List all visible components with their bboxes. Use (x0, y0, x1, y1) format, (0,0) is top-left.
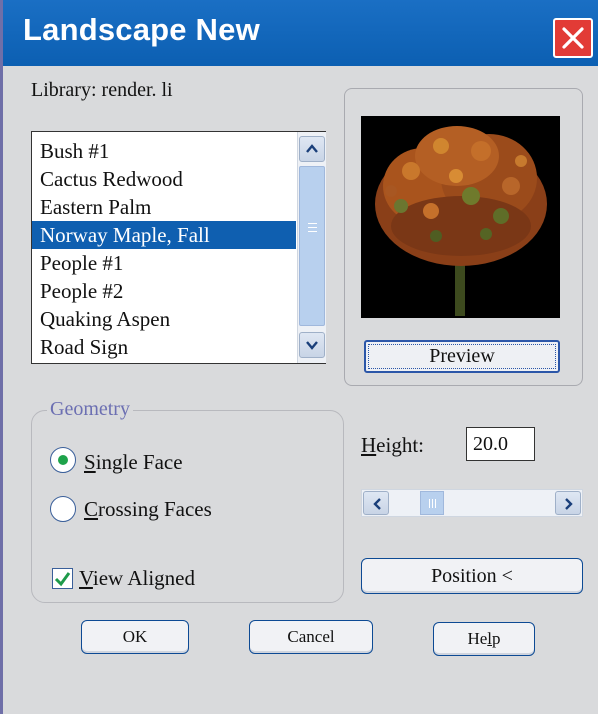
grip-line (308, 223, 317, 224)
scroll-thumb[interactable] (299, 166, 325, 326)
tree-image (375, 126, 547, 316)
list-item-selected[interactable]: Norway Maple, Fall (32, 221, 296, 249)
close-button[interactable] (553, 18, 593, 58)
chevron-up-icon (306, 144, 318, 153)
close-icon (562, 27, 584, 49)
mnemonic-letter: V (79, 566, 93, 590)
view-aligned-label[interactable]: View Aligned (79, 566, 195, 591)
chevron-down-icon (306, 341, 318, 350)
landscape-new-dialog: Landscape New Library: render. li Bush #… (0, 0, 598, 714)
position-button[interactable]: Position < (361, 558, 583, 594)
view-aligned-checkbox[interactable] (52, 568, 73, 589)
grip-line (432, 499, 433, 508)
label-text: iew Aligned (92, 566, 195, 590)
checkmark-icon (54, 572, 71, 587)
grip-line (308, 227, 317, 228)
library-label: Library: render. li (31, 79, 173, 101)
scroll-thumb[interactable] (420, 491, 444, 515)
mnemonic-letter: g (148, 497, 159, 521)
chevron-left-icon (373, 498, 381, 510)
chevron-right-icon (565, 498, 573, 510)
height-scrollbar[interactable] (361, 489, 583, 517)
crossing-faces-label[interactable]: Crossing Faces (84, 497, 212, 522)
list-item[interactable]: People #1 (32, 249, 296, 277)
scroll-left-button[interactable] (363, 491, 389, 515)
label-text: Faces (158, 497, 212, 521)
height-input[interactable]: 20.0 (466, 427, 535, 461)
tree-preview-image (361, 116, 560, 318)
grip-line (308, 231, 317, 232)
grip-line (435, 499, 436, 508)
label-text: ingle Face (95, 450, 183, 474)
single-face-label[interactable]: Single Face (84, 450, 183, 475)
scroll-right-button[interactable] (555, 491, 581, 515)
geometry-legend: Geometry (47, 398, 133, 421)
label-text: rossin (98, 497, 149, 521)
scroll-down-button[interactable] (299, 332, 325, 358)
window-title: Landscape New (23, 12, 260, 47)
preview-group: Preview (344, 88, 583, 386)
label-text: p (492, 629, 501, 648)
scroll-up-button[interactable] (299, 136, 325, 162)
crossing-faces-radio[interactable] (50, 496, 76, 522)
cancel-button[interactable]: Cancel (249, 620, 373, 654)
mnemonic-letter: C (84, 497, 99, 521)
geometry-group: Geometry Single Face Crossing Faces View… (31, 398, 344, 603)
mnemonic-letter: S (84, 450, 96, 474)
preview-button[interactable]: Preview (364, 340, 560, 373)
list-item[interactable]: Road Sign (32, 333, 296, 361)
mnemonic-letter: H (361, 433, 377, 457)
ok-button[interactable]: OK (81, 620, 189, 654)
list-scrollbar[interactable] (297, 132, 326, 363)
grip-line (429, 499, 430, 508)
list-item[interactable]: Eastern Palm (32, 193, 296, 221)
label-text: He (467, 629, 488, 648)
list-item[interactable]: Bush #1 (32, 137, 296, 165)
help-button[interactable]: Help (433, 622, 535, 656)
landscape-listbox[interactable]: Bush #1 Cactus Redwood Eastern Palm Norw… (31, 131, 326, 364)
list-item[interactable]: Cactus Redwood (32, 165, 296, 193)
single-face-radio[interactable] (50, 447, 76, 473)
title-bar[interactable]: Landscape New (3, 0, 598, 66)
radio-selected-dot (58, 455, 68, 465)
list-item[interactable]: People #2 (32, 277, 296, 305)
list-item[interactable]: Quaking Aspen (32, 305, 296, 333)
height-label: Height: (361, 433, 424, 458)
label-text: eight: (376, 433, 424, 457)
